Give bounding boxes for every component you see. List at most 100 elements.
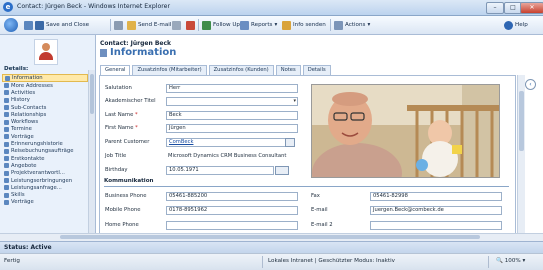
parent-customer-link[interactable]: ComBeck xyxy=(169,139,193,145)
sidebar-item-reisebuchungen[interactable]: Reisebuchungsaufträge xyxy=(2,148,88,155)
print-button[interactable] xyxy=(114,19,123,31)
info-senden-button[interactable]: Info senden xyxy=(282,19,326,31)
sidebar-item-projektverantwortliche[interactable]: Projektverantwortl... xyxy=(2,170,88,177)
sidebar-item-label: Skills xyxy=(11,192,25,199)
print-icon xyxy=(114,20,123,30)
sidebar-item-vertraege[interactable]: Verträge xyxy=(2,133,88,140)
home-phone-field[interactable] xyxy=(166,221,298,230)
actions-button[interactable]: Actions ▾ xyxy=(334,19,370,31)
contract-icon xyxy=(4,199,9,205)
sidebar-item-label: Verträge xyxy=(11,133,34,140)
sidebar-item-label: More Addresses xyxy=(11,82,53,89)
sidebar-scrollbar[interactable] xyxy=(88,70,95,248)
home-phone-label: Home Phone xyxy=(105,222,139,228)
scrollbar-thumb[interactable] xyxy=(60,235,480,239)
attach-icon xyxy=(172,20,181,30)
help-button[interactable]: Help xyxy=(504,19,528,31)
job-title-value[interactable]: Microsoft Dynamics CRM Business Consulta… xyxy=(168,153,286,159)
tab-zusatzinfos-mitarbeiter[interactable]: Zusatzinfos (Mitarbeiter) xyxy=(132,65,207,75)
reports-label: Reports xyxy=(251,22,273,28)
security-zone[interactable]: Lokales Intranet | Geschützter Modus: In… xyxy=(268,258,395,264)
sidebar-item-label: Sub-Contacts xyxy=(11,104,47,111)
sidebar-item-workflows[interactable]: Workflows xyxy=(2,118,88,125)
section-divider xyxy=(104,186,509,187)
sidebar-item-relationships[interactable]: Relationships xyxy=(2,111,88,118)
sidebar-item-label: Termine xyxy=(11,126,32,133)
save-close-button[interactable]: Save and Close xyxy=(24,19,89,31)
last-name-value: Beck xyxy=(169,112,182,118)
sidebar-item-sub-contacts[interactable]: Sub-Contacts xyxy=(2,104,88,111)
left-navigation-panel: Details: Information More Addresses Acti… xyxy=(0,35,96,260)
sidebar-item-label: Leistungserbringungen xyxy=(11,177,73,184)
minimize-button[interactable]: – xyxy=(486,2,504,14)
page-title: Information xyxy=(110,47,177,58)
salutation-field[interactable]: Herr xyxy=(166,84,298,93)
sidebar-item-more-addresses[interactable]: More Addresses xyxy=(2,82,88,89)
mobile-phone-field[interactable]: 0178-8951962 xyxy=(166,206,298,215)
collapse-arrow-icon[interactable]: ‹ xyxy=(525,79,536,90)
tab-details[interactable]: Details xyxy=(302,65,331,75)
sidebar-item-erstkontakte[interactable]: Erstkontakte xyxy=(2,155,88,162)
zoom-level[interactable]: 🔍 100% ▾ xyxy=(496,258,525,264)
browser-status-text: Fertig xyxy=(4,258,20,264)
workflows-icon xyxy=(4,119,9,125)
send-email-button[interactable]: Send E-mail xyxy=(127,19,171,31)
sidebar-item-history[interactable]: History xyxy=(2,97,88,104)
form-scrollbar[interactable] xyxy=(517,75,525,233)
toolbar-separator xyxy=(330,19,331,31)
scrollbar-thumb[interactable] xyxy=(519,91,524,151)
quote-icon xyxy=(4,163,9,169)
request-icon xyxy=(4,185,9,191)
business-phone-field[interactable]: 05461-885200 xyxy=(166,192,298,201)
horizontal-scrollbar[interactable] xyxy=(0,233,543,241)
contacts-icon xyxy=(4,105,9,111)
sidebar-item-label: Information xyxy=(12,75,43,81)
save-close-label: Save and Close xyxy=(46,22,90,28)
parent-customer-lookup[interactable]: ComBeck xyxy=(166,138,286,147)
tab-zusatzinfos-kunden[interactable]: Zusatzinfos (Kunden) xyxy=(208,65,274,75)
record-status: Status: Active xyxy=(4,244,52,251)
delete-button[interactable] xyxy=(186,19,195,31)
attach-button[interactable] xyxy=(172,19,181,31)
address-icon xyxy=(4,83,9,89)
follow-up-button[interactable]: Follow Up xyxy=(202,19,240,31)
sidebar-item-activities[interactable]: Activities xyxy=(2,89,88,96)
fax-value: 05461-82998 xyxy=(373,193,408,199)
actions-label: Actions xyxy=(345,22,366,28)
tab-notes[interactable]: Notes xyxy=(275,65,301,75)
close-button[interactable]: ✕ xyxy=(520,2,543,14)
required-asterisk: * xyxy=(135,125,138,131)
travel-icon xyxy=(4,148,9,154)
lookup-icon[interactable] xyxy=(285,138,295,147)
scrollbar-thumb[interactable] xyxy=(90,74,94,114)
sidebar-item-leistungserbringungen[interactable]: Leistungserbringungen xyxy=(2,177,88,184)
sidebar-item-information[interactable]: Information xyxy=(2,74,88,82)
sidebar-item-label: Verträge xyxy=(11,199,34,206)
info-senden-label: Info senden xyxy=(293,22,326,28)
akademischer-titel-select[interactable]: ▾ xyxy=(166,97,298,106)
chevron-down-icon: ▾ xyxy=(367,22,371,28)
sidebar-item-angebote[interactable]: Angebote xyxy=(2,162,88,169)
reports-icon xyxy=(240,20,249,30)
contact-photo-image xyxy=(312,85,499,177)
fax-field[interactable]: 05461-82998 xyxy=(370,192,502,201)
form-header: Contact: Jürgen Beck Information xyxy=(96,35,543,63)
save-icon xyxy=(24,20,33,30)
history-icon xyxy=(4,97,9,103)
sidebar-item-leistungsanfragen[interactable]: Leistungsanfrage... xyxy=(2,184,88,191)
crm-logo-icon xyxy=(4,18,18,32)
sidebar-item-erinnerungshistorie[interactable]: Erinnerungshistorie xyxy=(2,140,88,147)
sidebar-item-vertraege-2[interactable]: Verträge xyxy=(2,199,88,206)
last-name-field[interactable]: Beck xyxy=(166,111,298,120)
zoom-value: 100% xyxy=(504,258,521,264)
email2-field[interactable] xyxy=(370,221,502,230)
sidebar-item-termine[interactable]: Termine xyxy=(2,126,88,133)
email-field[interactable]: Juergen.Beck@combeck.de xyxy=(370,206,502,215)
birthday-field[interactable]: 10.05.1971 xyxy=(166,166,274,175)
calendar-icon[interactable] xyxy=(275,166,289,175)
sidebar-item-skills[interactable]: Skills xyxy=(2,191,88,198)
first-name-label-text: First Name xyxy=(105,125,134,131)
reports-button[interactable]: Reports ▾ xyxy=(240,19,277,31)
first-name-field[interactable]: Jürgen xyxy=(166,124,298,133)
email-label: E-mail xyxy=(311,207,328,213)
